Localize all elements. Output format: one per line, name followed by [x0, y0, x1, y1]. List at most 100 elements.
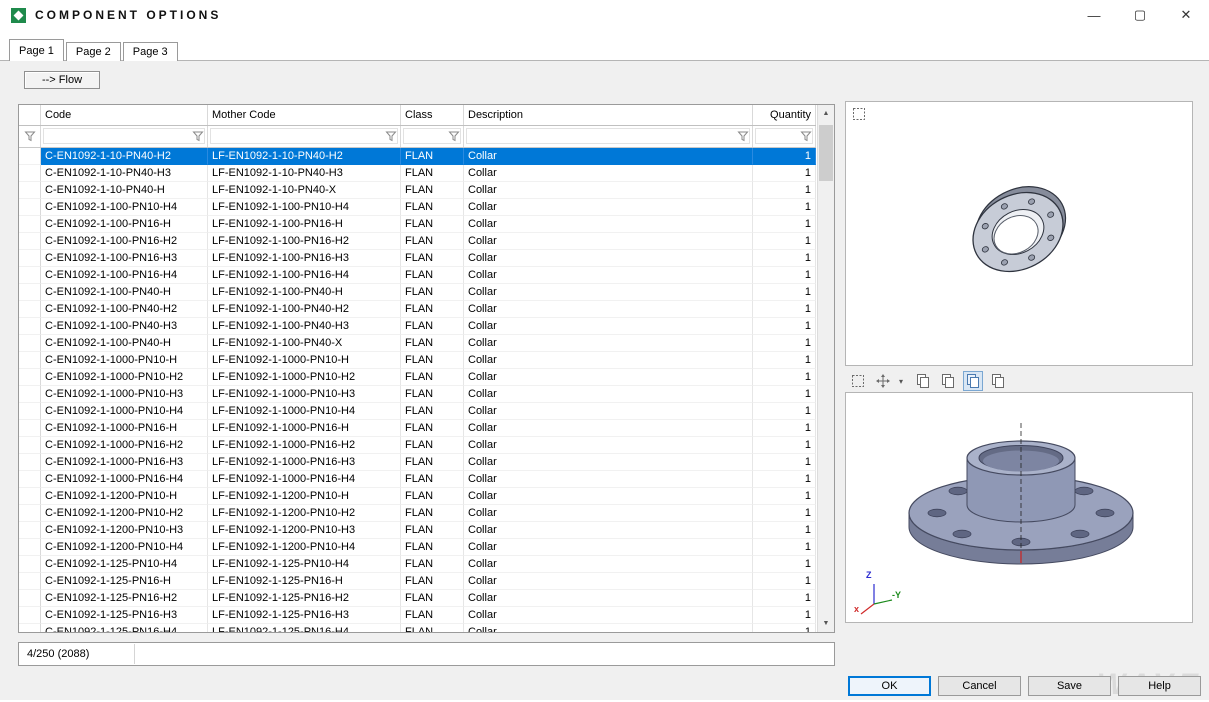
row-selector[interactable]: [19, 556, 41, 573]
table-cell[interactable]: FLAN: [401, 369, 464, 386]
table-cell[interactable]: Collar: [464, 165, 753, 182]
table-cell[interactable]: FLAN: [401, 352, 464, 369]
table-cell[interactable]: C-EN1092-1-100-PN16-H3: [41, 250, 208, 267]
table-cell[interactable]: LF-EN1092-1-1000-PN16-H: [208, 420, 401, 437]
filter-icon[interactable]: [192, 130, 204, 142]
table-cell[interactable]: C-EN1092-1-100-PN10-H4: [41, 199, 208, 216]
row-selector[interactable]: [19, 573, 41, 590]
tab-page-3[interactable]: Page 3: [123, 42, 178, 61]
row-selector[interactable]: [19, 437, 41, 454]
table-cell[interactable]: LF-EN1092-1-125-PN16-H3: [208, 607, 401, 624]
table-cell[interactable]: FLAN: [401, 182, 464, 199]
table-row[interactable]: C-EN1092-1-125-PN10-H4LF-EN1092-1-125-PN…: [19, 556, 816, 573]
table-cell[interactable]: 1: [753, 607, 816, 624]
table-cell[interactable]: 1: [753, 267, 816, 284]
close-button[interactable]: ✕: [1163, 0, 1209, 30]
table-cell[interactable]: C-EN1092-1-1000-PN16-H: [41, 420, 208, 437]
table-row[interactable]: C-EN1092-1-125-PN16-H3LF-EN1092-1-125-PN…: [19, 607, 816, 624]
table-cell[interactable]: FLAN: [401, 301, 464, 318]
row-selector[interactable]: [19, 403, 41, 420]
header-mother-code[interactable]: Mother Code: [208, 105, 401, 125]
table-cell[interactable]: 1: [753, 386, 816, 403]
table-cell[interactable]: C-EN1092-1-1000-PN10-H3: [41, 386, 208, 403]
table-cell[interactable]: 1: [753, 420, 816, 437]
table-cell[interactable]: Collar: [464, 454, 753, 471]
table-row[interactable]: C-EN1092-1-100-PN16-HLF-EN1092-1-100-PN1…: [19, 216, 816, 233]
row-selector[interactable]: [19, 539, 41, 556]
table-cell[interactable]: FLAN: [401, 335, 464, 352]
table-cell[interactable]: C-EN1092-1-1000-PN16-H4: [41, 471, 208, 488]
table-cell[interactable]: 1: [753, 471, 816, 488]
maximize-button[interactable]: ▢: [1117, 0, 1163, 30]
table-cell[interactable]: Collar: [464, 386, 753, 403]
vertical-scrollbar[interactable]: ▲ ▼: [817, 105, 834, 632]
table-cell[interactable]: 1: [753, 573, 816, 590]
table-cell[interactable]: 1: [753, 301, 816, 318]
table-row[interactable]: C-EN1092-1-10-PN40-H3LF-EN1092-1-10-PN40…: [19, 165, 816, 182]
table-cell[interactable]: Collar: [464, 505, 753, 522]
row-selector[interactable]: [19, 386, 41, 403]
table-cell[interactable]: C-EN1092-1-1000-PN10-H4: [41, 403, 208, 420]
ok-button[interactable]: OK: [848, 676, 931, 696]
table-cell[interactable]: 1: [753, 352, 816, 369]
table-cell[interactable]: Collar: [464, 284, 753, 301]
table-cell[interactable]: LF-EN1092-1-125-PN16-H: [208, 573, 401, 590]
table-cell[interactable]: 1: [753, 539, 816, 556]
table-row[interactable]: C-EN1092-1-1000-PN16-HLF-EN1092-1-1000-P…: [19, 420, 816, 437]
table-cell[interactable]: LF-EN1092-1-1000-PN10-H3: [208, 386, 401, 403]
row-selector[interactable]: [19, 318, 41, 335]
filter-mother-code[interactable]: [208, 126, 401, 147]
table-row[interactable]: C-EN1092-1-1200-PN10-H2LF-EN1092-1-1200-…: [19, 505, 816, 522]
table-row[interactable]: C-EN1092-1-125-PN16-H4LF-EN1092-1-125-PN…: [19, 624, 816, 632]
table-cell[interactable]: C-EN1092-1-10-PN40-H2: [41, 148, 208, 165]
table-cell[interactable]: Collar: [464, 199, 753, 216]
table-cell[interactable]: Collar: [464, 522, 753, 539]
table-cell[interactable]: LF-EN1092-1-100-PN40-X: [208, 335, 401, 352]
row-selector[interactable]: [19, 182, 41, 199]
table-cell[interactable]: LF-EN1092-1-1200-PN10-H: [208, 488, 401, 505]
table-cell[interactable]: FLAN: [401, 471, 464, 488]
table-cell[interactable]: Collar: [464, 369, 753, 386]
copy-view-icon-2[interactable]: [939, 372, 957, 390]
table-cell[interactable]: C-EN1092-1-100-PN40-H: [41, 335, 208, 352]
save-button[interactable]: Save: [1028, 676, 1111, 696]
table-cell[interactable]: C-EN1092-1-1000-PN16-H3: [41, 454, 208, 471]
table-cell[interactable]: Collar: [464, 267, 753, 284]
tab-page-1[interactable]: Page 1: [9, 39, 64, 61]
table-cell[interactable]: 1: [753, 590, 816, 607]
table-cell[interactable]: Collar: [464, 403, 753, 420]
row-selector[interactable]: [19, 505, 41, 522]
row-selector[interactable]: [19, 301, 41, 318]
table-cell[interactable]: Collar: [464, 573, 753, 590]
table-cell[interactable]: LF-EN1092-1-1000-PN16-H2: [208, 437, 401, 454]
chevron-down-icon[interactable]: ▾: [899, 377, 907, 386]
table-cell[interactable]: C-EN1092-1-10-PN40-H3: [41, 165, 208, 182]
row-selector[interactable]: [19, 590, 41, 607]
filter-icon[interactable]: [24, 130, 36, 142]
select-region-icon[interactable]: [849, 372, 867, 390]
table-cell[interactable]: Collar: [464, 318, 753, 335]
table-cell[interactable]: FLAN: [401, 318, 464, 335]
table-cell[interactable]: Collar: [464, 437, 753, 454]
table-cell[interactable]: 1: [753, 369, 816, 386]
table-cell[interactable]: C-EN1092-1-125-PN16-H3: [41, 607, 208, 624]
table-cell[interactable]: C-EN1092-1-1000-PN10-H: [41, 352, 208, 369]
table-row[interactable]: C-EN1092-1-125-PN16-H2LF-EN1092-1-125-PN…: [19, 590, 816, 607]
table-cell[interactable]: FLAN: [401, 590, 464, 607]
row-selector[interactable]: [19, 233, 41, 250]
table-row[interactable]: C-EN1092-1-10-PN40-H2LF-EN1092-1-10-PN40…: [19, 148, 816, 165]
table-cell[interactable]: LF-EN1092-1-1200-PN10-H4: [208, 539, 401, 556]
filter-mother-code-input[interactable]: [210, 128, 398, 144]
table-cell[interactable]: FLAN: [401, 284, 464, 301]
table-row[interactable]: C-EN1092-1-100-PN16-H3LF-EN1092-1-100-PN…: [19, 250, 816, 267]
table-cell[interactable]: C-EN1092-1-100-PN16-H: [41, 216, 208, 233]
table-cell[interactable]: 1: [753, 233, 816, 250]
table-cell[interactable]: 1: [753, 454, 816, 471]
table-row[interactable]: C-EN1092-1-100-PN16-H4LF-EN1092-1-100-PN…: [19, 267, 816, 284]
table-cell[interactable]: LF-EN1092-1-1000-PN10-H4: [208, 403, 401, 420]
table-cell[interactable]: 1: [753, 199, 816, 216]
table-cell[interactable]: FLAN: [401, 386, 464, 403]
table-cell[interactable]: C-EN1092-1-10-PN40-H: [41, 182, 208, 199]
row-selector[interactable]: [19, 199, 41, 216]
table-cell[interactable]: FLAN: [401, 573, 464, 590]
